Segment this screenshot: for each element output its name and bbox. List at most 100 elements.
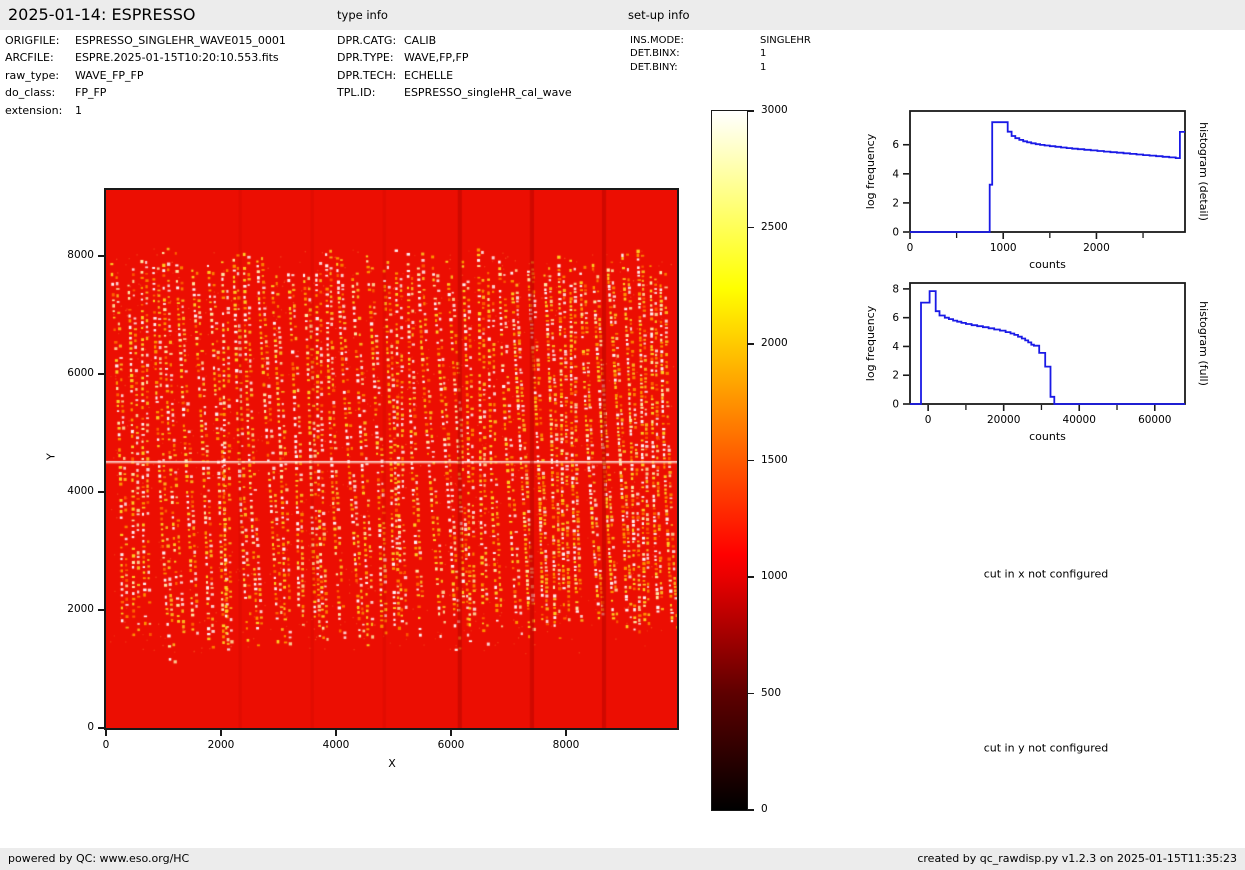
field-value: WAVE_FP_FP: [75, 67, 144, 84]
field-value: ESPRESSO_singleHR_cal_wave: [404, 84, 572, 101]
meta-row: TPL.ID:ESPRESSO_singleHR_cal_wave: [337, 84, 572, 101]
y-tick-label: 4000: [56, 485, 94, 497]
y-tick-label: 4: [892, 168, 899, 180]
field-label: INS.MODE:: [630, 34, 760, 47]
colorbar-tick-label: 2000: [761, 337, 788, 349]
y-tick-label: 0: [892, 227, 899, 239]
colorbar-tick-label: 500: [761, 687, 781, 699]
y-tick-label: 2000: [56, 603, 94, 615]
field-value: 1: [75, 102, 82, 119]
field-label: raw_type:: [5, 67, 75, 84]
field-label: TPL.ID:: [337, 84, 404, 101]
meta-row: ORIGFILE:ESPRESSO_SINGLEHR_WAVE015_0001: [5, 32, 286, 49]
meta-row: INS.MODE:SINGLEHR: [630, 34, 811, 47]
x-tick: [220, 730, 222, 736]
x-tick-label: 0: [925, 414, 932, 426]
x-tick-label: 2000: [1083, 242, 1110, 254]
y-tick-label: 2: [892, 370, 899, 382]
colorbar-tick: [748, 460, 754, 462]
hist-side-label: histogram (detail): [1197, 122, 1210, 221]
x-tick-label: 1000: [990, 242, 1017, 254]
qc-report-page: 2025-01-14: ESPRESSO type info set-up in…: [0, 0, 1245, 870]
x-tick-label: 0: [907, 242, 914, 254]
y-tick-label: 6: [892, 312, 899, 324]
meta-row: DET.BINX:1: [630, 47, 811, 60]
field-label: do_class:: [5, 84, 75, 101]
meta-row: DET.BINY:1: [630, 61, 811, 74]
y-tick-label: 6: [892, 139, 899, 151]
field-label: DPR.TYPE:: [337, 49, 404, 66]
histogram-detail-plot: 0 1000 2000 0 2 4 6 counts log frequency histogra…: [850, 102, 1245, 274]
colorbar-tick-label: 1500: [761, 454, 788, 466]
hist-x-axis-label: counts: [1029, 258, 1066, 271]
footer-created-by: created by qc_rawdisp.py v1.2.3 on 2025-…: [917, 848, 1237, 870]
y-tick: [98, 491, 104, 493]
x-tick-label: 4000: [323, 739, 350, 751]
field-label: ORIGFILE:: [5, 32, 75, 49]
page-title: 2025-01-14: ESPRESSO: [8, 0, 196, 30]
cut-y-message: cut in y not configured: [984, 742, 1109, 755]
x-tick-label: 0: [103, 739, 110, 751]
field-value: FP_FP: [75, 84, 106, 101]
colorbar-tick: [748, 343, 754, 345]
type-info-block: DPR.CATG:CALIBDPR.TYPE:WAVE,FP,FPDPR.TEC…: [337, 31, 572, 101]
field-label: extension:: [5, 102, 75, 119]
setup-info-section-label: set-up info: [628, 0, 690, 30]
field-value: ESPRESSO_SINGLEHR_WAVE015_0001: [75, 32, 286, 49]
field-label: DPR.TECH:: [337, 67, 404, 84]
x-tick-label: 20000: [987, 414, 1020, 426]
y-axis-label: Y: [45, 446, 58, 468]
x-axis-label: X: [381, 757, 403, 770]
x-tick: [335, 730, 337, 736]
field-label: DET.BINX:: [630, 47, 760, 60]
x-tick: [105, 730, 107, 736]
colorbar-tick: [748, 576, 754, 578]
colorbar-tick-label: 0: [761, 803, 768, 815]
y-tick-label: 8000: [56, 249, 94, 261]
x-tick: [565, 730, 567, 736]
colorbar-tick-label: 3000: [761, 104, 788, 116]
colorbar-tick: [748, 693, 754, 695]
y-tick: [98, 727, 104, 729]
y-tick: [98, 373, 104, 375]
hist-y-axis-label: log frequency: [864, 133, 877, 209]
y-tick-label: 8: [892, 283, 899, 295]
colorbar-tick: [748, 809, 754, 811]
colorbar-tick: [748, 110, 754, 112]
meta-row: DPR.TYPE:WAVE,FP,FP: [337, 49, 572, 66]
x-tick-label: 2000: [208, 739, 235, 751]
field-label: ARCFILE:: [5, 49, 75, 66]
hist-side-label: histogram (full): [1197, 301, 1210, 386]
x-tick-label: 60000: [1138, 414, 1171, 426]
field-label: DET.BINY:: [630, 61, 760, 74]
x-tick-label: 6000: [438, 739, 465, 751]
type-info-section-label: type info: [337, 0, 388, 30]
colorbar-tick: [748, 227, 754, 229]
x-tick: [450, 730, 452, 736]
y-tick-label: 6000: [56, 367, 94, 379]
y-tick-label: 0: [56, 721, 94, 733]
y-tick-label: 0: [892, 399, 899, 411]
meta-row: ARCFILE:ESPRE.2025-01-15T10:20:10.553.fi…: [5, 49, 286, 66]
field-value: 1: [760, 47, 766, 60]
field-value: SINGLEHR: [760, 34, 811, 47]
setup-info-block: INS.MODE:SINGLEHRDET.BINX:1DET.BINY:1: [630, 33, 811, 74]
field-label: DPR.CATG:: [337, 32, 404, 49]
meta-row: DPR.CATG:CALIB: [337, 32, 572, 49]
y-tick: [98, 255, 104, 257]
colorbar-gradient: [711, 110, 748, 811]
colorbar-tick-label: 1000: [761, 570, 788, 582]
meta-row: DPR.TECH:ECHELLE: [337, 67, 572, 84]
file-info-block: ORIGFILE:ESPRESSO_SINGLEHR_WAVE015_0001A…: [5, 31, 286, 119]
y-tick-label: 2: [892, 197, 899, 209]
hist-y-axis-label: log frequency: [864, 305, 877, 381]
field-value: 1: [760, 61, 766, 74]
hist-x-axis-label: counts: [1029, 430, 1066, 443]
field-value: ECHELLE: [404, 67, 453, 84]
x-tick-label: 40000: [1063, 414, 1096, 426]
footer-powered-by: powered by QC: www.eso.org/HC: [8, 848, 189, 870]
field-value: WAVE,FP,FP: [404, 49, 469, 66]
y-tick: [98, 609, 104, 611]
raw-frame-image: [106, 190, 677, 728]
field-value: ESPRE.2025-01-15T10:20:10.553.fits: [75, 49, 279, 66]
